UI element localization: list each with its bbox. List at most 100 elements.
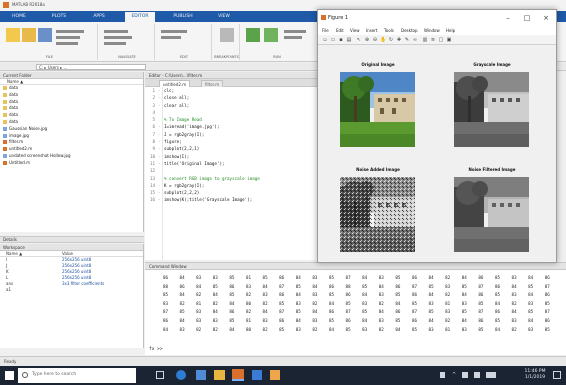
advance-button[interactable]: [284, 36, 302, 39]
edge-icon[interactable]: [176, 370, 186, 380]
clock[interactable]: 11:46 PM 1/1/2019: [522, 369, 548, 381]
breakpoints-icon[interactable]: [220, 28, 234, 42]
windows-start-icon[interactable]: [5, 371, 14, 380]
rotate-icon[interactable]: ↻: [388, 37, 394, 43]
file-item[interactable]: data: [0, 92, 143, 99]
subplot-image[interactable]: [454, 177, 529, 252]
menu-tools[interactable]: Tools: [384, 28, 394, 33]
photos-icon[interactable]: [252, 370, 262, 380]
print-icon[interactable]: ▤: [346, 37, 352, 43]
breakpoint-marker[interactable]: -: [158, 102, 161, 109]
code-line[interactable]: 1- clc;: [145, 87, 318, 94]
code-line[interactable]: 9- subplot(2,2,1): [145, 145, 318, 152]
file-item[interactable]: untitled2.m: [0, 146, 143, 153]
code-line[interactable]: 16- imshow(K);title('Grayscale Image');: [145, 196, 318, 203]
menu-file[interactable]: File: [322, 28, 329, 33]
code-line[interactable]: 15- subplot(2,2,2): [145, 189, 318, 196]
hide-icon[interactable]: □: [438, 37, 444, 43]
tab-plots[interactable]: PLOTS: [46, 12, 72, 22]
menu-desktop[interactable]: Desktop: [401, 28, 418, 33]
new-file-icon[interactable]: [6, 28, 20, 42]
code-line[interactable]: 3- clear all;: [145, 102, 318, 109]
command-prompt[interactable]: fx >>: [149, 347, 163, 352]
network-icon[interactable]: [462, 372, 468, 378]
datacursor-icon[interactable]: ✚: [396, 37, 402, 43]
breakpoint-marker[interactable]: -: [158, 87, 161, 94]
figure-taskbar-icon[interactable]: [270, 370, 280, 380]
find-files-button[interactable]: [56, 30, 84, 33]
legend-icon[interactable]: ≡: [430, 37, 436, 43]
save-file-icon[interactable]: [38, 28, 52, 42]
dock-icon[interactable]: ▣: [446, 37, 452, 43]
language-icon[interactable]: [486, 372, 496, 378]
breakpoint-marker[interactable]: -: [158, 182, 161, 189]
taskbar-search-box[interactable]: Type here to search: [18, 368, 136, 383]
code-area[interactable]: 1- clc; 2- close all; 3- clear all; 4 5% To Ima…: [145, 87, 318, 204]
code-line[interactable]: 10- imshow(I);: [145, 153, 318, 160]
subplot-image[interactable]: [454, 72, 529, 147]
menu-window[interactable]: Window: [424, 28, 440, 33]
file-item[interactable]: data: [0, 112, 143, 119]
editor-tab[interactable]: filter.m: [201, 80, 224, 87]
code-line[interactable]: 4: [145, 109, 318, 116]
code-line[interactable]: 2- close all;: [145, 94, 318, 101]
tab-apps[interactable]: APPS: [86, 12, 112, 22]
compare-button[interactable]: [56, 36, 80, 39]
menu-view[interactable]: View: [350, 28, 360, 33]
people-icon[interactable]: [440, 372, 445, 378]
file-item[interactable]: image.jpg: [0, 133, 143, 140]
tab-publish[interactable]: PUBLISH: [168, 12, 198, 22]
editor-tab[interactable]: untitled2.m: [159, 80, 191, 87]
indent-button[interactable]: [104, 42, 126, 45]
tab-view[interactable]: VIEW: [212, 12, 236, 22]
notification-icon[interactable]: [553, 371, 561, 379]
menu-insert[interactable]: Insert: [366, 28, 377, 33]
code-line[interactable]: 14- K = rgb2gray(I);: [145, 182, 318, 189]
tab-editor[interactable]: EDITOR: [125, 12, 155, 22]
file-item[interactable]: data: [0, 85, 143, 92]
breakpoint-marker[interactable]: -: [158, 131, 161, 138]
store-icon[interactable]: [196, 370, 206, 380]
breakpoint-marker[interactable]: -: [158, 153, 161, 160]
run-icon[interactable]: [246, 28, 260, 42]
task-view-icon[interactable]: [156, 371, 164, 379]
subplot-image[interactable]: [340, 177, 415, 252]
brush-icon[interactable]: ✎: [404, 37, 410, 43]
code-line[interactable]: 5 % To Image Read: [145, 116, 318, 123]
code-line[interactable]: 11- title('Original Image');: [145, 160, 318, 167]
current-folder-path[interactable]: C: ▸ Users ▸ ...: [36, 64, 146, 70]
file-item[interactable]: data: [0, 119, 143, 126]
comment-button[interactable]: [104, 36, 132, 39]
code-line[interactable]: 7-J = rgb2gray(I);: [145, 131, 318, 138]
link-icon[interactable]: ∞: [412, 37, 418, 43]
file-item[interactable]: data: [0, 99, 143, 106]
code-line[interactable]: 12: [145, 167, 318, 174]
file-item[interactable]: undated screenshot Hollow.jpg: [0, 153, 143, 160]
breakpoint-marker[interactable]: -: [158, 196, 161, 203]
tab-home[interactable]: HOME: [6, 12, 32, 22]
breakpoint-marker[interactable]: -: [158, 94, 161, 101]
code-line[interactable]: 8- figure;: [145, 138, 318, 145]
file-item[interactable]: filter.m: [0, 139, 143, 146]
subplot-image[interactable]: [340, 72, 415, 147]
command-window[interactable]: Command Window 86 84 83 83 85 81 85 86 84 83 85 87 8…: [145, 262, 566, 355]
arrow-icon[interactable]: ↖: [356, 37, 362, 43]
file-item[interactable]: Gaussian Noise.jpg: [0, 126, 143, 133]
open-icon[interactable]: ▭: [330, 37, 336, 43]
details-panel-header[interactable]: Details: [0, 236, 144, 243]
pan-icon[interactable]: ✋: [380, 37, 386, 43]
code-line[interactable]: 13 % convert RGB image to grayscale image: [145, 175, 318, 182]
menu-edit[interactable]: Edit: [336, 28, 344, 33]
run-advance-icon[interactable]: [264, 28, 278, 42]
new-icon[interactable]: ▫: [322, 37, 328, 43]
chevron-up-icon[interactable]: ^: [452, 372, 456, 378]
print-button[interactable]: [56, 42, 78, 45]
maximize-icon[interactable]: □: [522, 13, 532, 23]
menu-help[interactable]: Help: [446, 28, 455, 33]
breakpoint-marker[interactable]: -: [158, 160, 161, 167]
code-line[interactable]: 6- I=imread('image.jpg');: [145, 123, 318, 130]
breakpoint-marker[interactable]: -: [158, 145, 161, 152]
close-icon[interactable]: ×: [541, 13, 551, 23]
colorbar-icon[interactable]: ▥: [422, 37, 428, 43]
file-item[interactable]: Untitled.m: [0, 160, 143, 167]
